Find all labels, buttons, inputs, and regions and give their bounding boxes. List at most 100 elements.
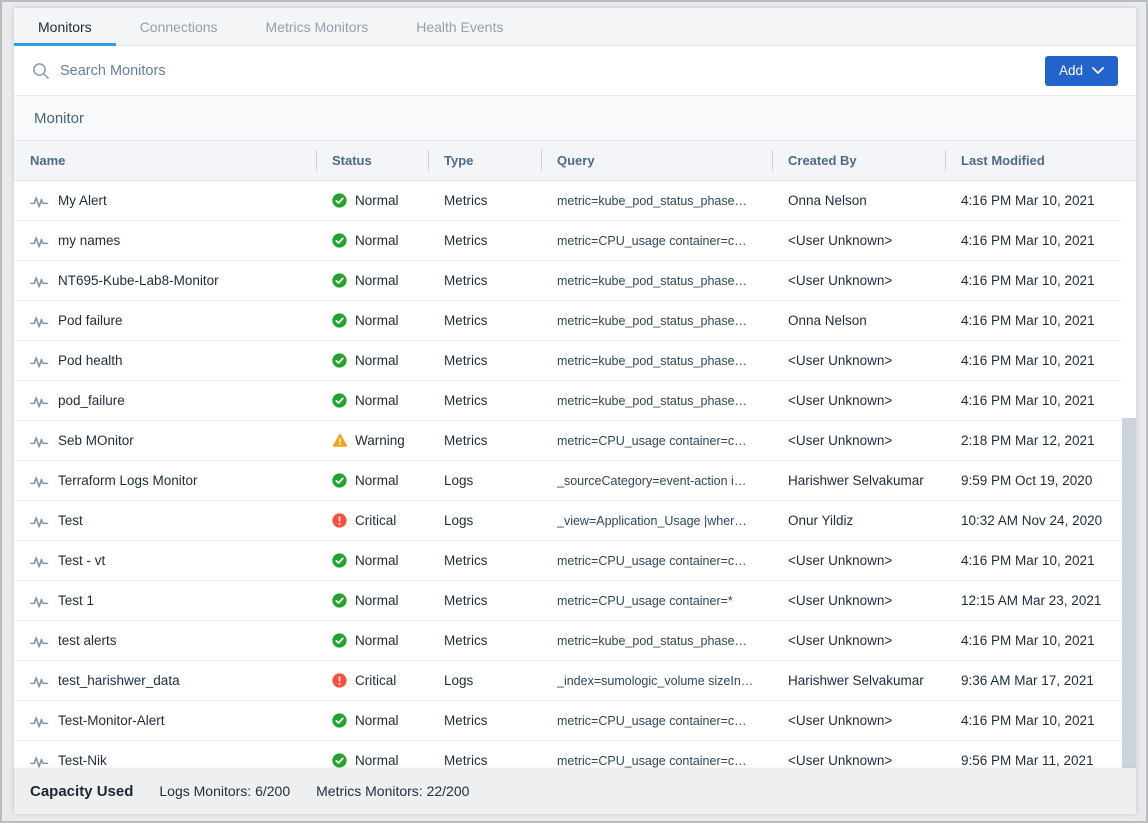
status-label: Normal [355, 193, 399, 208]
status-label: Normal [355, 273, 399, 288]
monitor-type-cell: Metrics [428, 713, 541, 728]
monitor-name: My Alert [58, 193, 107, 208]
monitor-query-cell: metric=CPU_usage container=c… [541, 234, 772, 248]
status-cell: Critical [316, 513, 428, 528]
status-label: Normal [355, 713, 399, 728]
tab-health-events[interactable]: Health Events [392, 8, 527, 45]
created-by-cell: <User Unknown> [772, 713, 945, 728]
tab-monitors[interactable]: Monitors [14, 8, 116, 45]
scrollbar-thumb[interactable] [1122, 418, 1136, 770]
column-header-last-modified[interactable]: Last Modified [945, 141, 1136, 180]
status-cell: Warning [316, 433, 428, 448]
monitor-query-cell: metric=kube_pod_status_phase… [541, 194, 772, 208]
table-row[interactable]: Test - vtNormalMetricsmetric=CPU_usage c… [14, 541, 1136, 581]
status-warning-icon [332, 433, 347, 448]
status-cell: Normal [316, 353, 428, 368]
monitor-name: test alerts [58, 633, 117, 648]
table-row[interactable]: Test-NikNormalMetricsmetric=CPU_usage co… [14, 741, 1136, 768]
monitor-type-cell: Logs [428, 513, 541, 528]
table-row[interactable]: my namesNormalMetricsmetric=CPU_usage co… [14, 221, 1136, 261]
monitor-query-cell: metric=CPU_usage container=c… [541, 434, 772, 448]
monitor-name: Test [58, 513, 83, 528]
monitor-name-cell: My Alert [14, 193, 316, 208]
column-header-name[interactable]: Name [14, 141, 316, 180]
monitor-type-cell: Logs [428, 673, 541, 688]
status-cell: Normal [316, 713, 428, 728]
monitor-name: NT695-Kube-Lab8-Monitor [58, 273, 219, 288]
table-row[interactable]: Terraform Logs MonitorNormalLogs_sourceC… [14, 461, 1136, 501]
status-normal-icon [332, 233, 347, 248]
status-normal-icon [332, 313, 347, 328]
monitor-type-cell: Metrics [428, 313, 541, 328]
last-modified-cell: 4:16 PM Mar 10, 2021 [945, 393, 1136, 408]
table-row[interactable]: test_harishwer_dataCriticalLogs_index=su… [14, 661, 1136, 701]
chevron-down-icon [1092, 67, 1104, 74]
monitor-name-cell: Test - vt [14, 553, 316, 568]
monitor-query-cell: metric=kube_pod_status_phase… [541, 394, 772, 408]
created-by-cell: <User Unknown> [772, 393, 945, 408]
table-row[interactable]: Test 1NormalMetricsmetric=CPU_usage cont… [14, 581, 1136, 621]
status-label: Normal [355, 593, 399, 608]
search-input[interactable] [60, 63, 1045, 79]
tab-connections[interactable]: Connections [116, 8, 242, 45]
tab-bar: MonitorsConnectionsMetrics MonitorsHealt… [14, 8, 1136, 46]
column-header-created-by[interactable]: Created By [772, 141, 945, 180]
status-normal-icon [332, 593, 347, 608]
last-modified-cell: 10:32 AM Nov 24, 2020 [945, 513, 1136, 528]
created-by-cell: <User Unknown> [772, 553, 945, 568]
last-modified-cell: 4:16 PM Mar 10, 2021 [945, 353, 1136, 368]
app-window: MonitorsConnectionsMetrics MonitorsHealt… [0, 0, 1148, 823]
pulse-icon [30, 354, 49, 368]
last-modified-cell: 4:16 PM Mar 10, 2021 [945, 273, 1136, 288]
created-by-cell: <User Unknown> [772, 593, 945, 608]
column-header-query[interactable]: Query [541, 141, 772, 180]
search-icon [32, 62, 50, 80]
monitor-name-cell: Test-Nik [14, 753, 316, 768]
monitor-type-cell: Metrics [428, 193, 541, 208]
vertical-scrollbar[interactable] [1122, 181, 1136, 768]
add-button[interactable]: Add [1045, 56, 1118, 86]
created-by-cell: Harishwer Selvakumar [772, 473, 945, 488]
table-row[interactable]: TestCriticalLogs_view=Application_Usage … [14, 501, 1136, 541]
status-label: Critical [355, 673, 396, 688]
monitor-name: Test 1 [58, 593, 94, 608]
monitor-name: Seb MOnitor [58, 433, 134, 448]
monitor-type-cell: Metrics [428, 393, 541, 408]
monitor-query-cell: metric=kube_pod_status_phase… [541, 274, 772, 288]
pulse-icon [30, 274, 49, 288]
table-row[interactable]: Pod healthNormalMetricsmetric=kube_pod_s… [14, 341, 1136, 381]
monitor-query-cell: metric=CPU_usage container=c… [541, 714, 772, 728]
column-header-status[interactable]: Status [316, 141, 428, 180]
last-modified-cell: 4:16 PM Mar 10, 2021 [945, 233, 1136, 248]
table-row[interactable]: Test-Monitor-Alert Normal Metricsmetric=CP… [14, 701, 1136, 741]
status-normal-icon [332, 713, 347, 728]
pulse-icon [30, 634, 49, 648]
status-critical-icon [332, 513, 347, 528]
pulse-icon [30, 754, 49, 768]
status-label: Normal [355, 473, 399, 488]
monitor-name: pod_failure [58, 393, 125, 408]
monitor-name-cell: Pod health [14, 353, 316, 368]
status-normal-icon [332, 393, 347, 408]
monitor-name-cell: Test-Monitor-Alert [14, 713, 316, 728]
pulse-icon [30, 234, 49, 248]
pulse-icon [30, 314, 49, 328]
table-row[interactable]: Seb MOnitorWarningMetricsmetric=CPU_usag… [14, 421, 1136, 461]
status-cell: Normal [316, 473, 428, 488]
status-label: Normal [355, 393, 399, 408]
status-cell: Critical [316, 673, 428, 688]
created-by-cell: <User Unknown> [772, 273, 945, 288]
status-normal-icon [332, 273, 347, 288]
table-row[interactable]: NT695-Kube-Lab8-Monitor Normal Metricsmetr… [14, 261, 1136, 301]
status-label: Normal [355, 353, 399, 368]
monitor-name: my names [58, 233, 120, 248]
tab-metrics-monitors[interactable]: Metrics Monitors [242, 8, 393, 45]
monitor-type-cell: Metrics [428, 273, 541, 288]
last-modified-cell: 4:16 PM Mar 10, 2021 [945, 713, 1136, 728]
table-row[interactable]: test alertsNormalMetricsmetric=kube_pod_… [14, 621, 1136, 661]
table-row[interactable]: pod_failure Normal Metricsmetric=kube_pod_… [14, 381, 1136, 421]
column-header-type[interactable]: Type [428, 141, 541, 180]
monitor-name: test_harishwer_data [58, 673, 180, 688]
table-row[interactable]: Pod failureNormalMetricsmetric=kube_pod_… [14, 301, 1136, 341]
table-row[interactable]: My Alert Normal Metricsmetric=kube_pod_sta… [14, 181, 1136, 221]
